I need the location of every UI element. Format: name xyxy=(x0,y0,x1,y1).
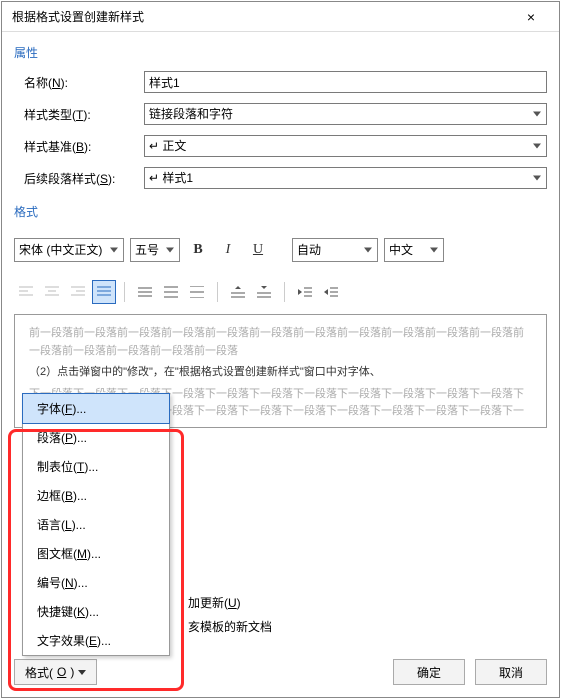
separator xyxy=(124,282,125,302)
font-color-select[interactable]: 自动 xyxy=(292,238,378,262)
linespace-1-button[interactable] xyxy=(133,280,157,304)
menu-item-font[interactable]: 字体(F)... xyxy=(22,393,170,424)
separator xyxy=(217,282,218,302)
leaked-text: 加更新(U) 亥模板的新文档 xyxy=(188,591,272,639)
underline-button[interactable]: U xyxy=(246,238,270,262)
menu-item-tabs[interactable]: 制表位(T)... xyxy=(23,452,169,481)
linespace-2-button[interactable] xyxy=(185,280,209,304)
menu-item-texteffect[interactable]: 文字效果(E)... xyxy=(23,626,169,655)
indent-dec-button[interactable] xyxy=(293,280,317,304)
indent-inc-button[interactable] xyxy=(319,280,343,304)
format-button[interactable]: 格式(O) xyxy=(14,659,97,685)
paragraph-toolbar xyxy=(14,280,547,304)
chevron-down-icon xyxy=(78,670,86,675)
label-name: 名称(N): xyxy=(14,74,144,91)
align-right-button[interactable] xyxy=(66,280,90,304)
menu-item-shortcut[interactable]: 快捷键(K)... xyxy=(23,597,169,626)
font-toolbar: 宋体 (中文正文) 五号 B I U 自动 中文 xyxy=(14,238,547,262)
titlebar: 根据格式设置创建新样式 × xyxy=(2,2,559,32)
menu-item-frame[interactable]: 图文框(M)... xyxy=(23,539,169,568)
linespace-15-button[interactable] xyxy=(159,280,183,304)
italic-button[interactable]: I xyxy=(216,238,240,262)
cancel-button[interactable]: 取消 xyxy=(475,659,547,685)
label-type: 样式类型(T): xyxy=(14,106,144,123)
next-select[interactable]: ↵ 样式1 xyxy=(144,167,547,189)
space-before-inc-button[interactable] xyxy=(226,280,250,304)
label-next: 后续段落样式(S): xyxy=(14,170,144,187)
menu-item-numbering[interactable]: 编号(N)... xyxy=(23,568,169,597)
row-based: 样式基准(B): ↵ 正文 xyxy=(14,135,547,157)
separator xyxy=(284,282,285,302)
based-select[interactable]: ↵ 正文 xyxy=(144,135,547,157)
preview-grey-top: 前一段落前一段落前一段落前一段落前一段落前一段落前一段落前一段落前一段落前一段落… xyxy=(29,325,532,360)
font-size-select[interactable]: 五号 xyxy=(130,238,180,262)
menu-item-paragraph[interactable]: 段落(P)... xyxy=(23,423,169,452)
section-properties: 属性 xyxy=(14,44,547,61)
section-format: 格式 xyxy=(14,203,547,220)
name-input[interactable] xyxy=(144,71,547,93)
menu-item-language[interactable]: 语言(L)... xyxy=(23,510,169,539)
lang-select[interactable]: 中文 xyxy=(384,238,444,262)
menu-item-border[interactable]: 边框(B)... xyxy=(23,481,169,510)
ok-button[interactable]: 确定 xyxy=(393,659,465,685)
align-center-button[interactable] xyxy=(40,280,64,304)
row-name: 名称(N): xyxy=(14,71,547,93)
format-menu: 字体(F)... 段落(P)... 制表位(T)... 边框(B)... 语言(… xyxy=(22,393,170,656)
align-left-button[interactable] xyxy=(14,280,38,304)
font-family-select[interactable]: 宋体 (中文正文) xyxy=(14,238,124,262)
row-type: 样式类型(T): 链接段落和字符 xyxy=(14,103,547,125)
type-select[interactable]: 链接段落和字符 xyxy=(144,103,547,125)
dialog-title: 根据格式设置创建新样式 xyxy=(12,8,144,25)
bold-button[interactable]: B xyxy=(186,238,210,262)
align-justify-button[interactable] xyxy=(92,280,116,304)
space-before-dec-button[interactable] xyxy=(252,280,276,304)
row-next: 后续段落样式(S): ↵ 样式1 xyxy=(14,167,547,189)
label-based: 样式基准(B): xyxy=(14,138,144,155)
preview-sample: （2）点击弹窗中的"修改"，在"根据格式设置创建新样式"窗口中对字体、 xyxy=(29,364,532,382)
close-button[interactable]: × xyxy=(511,10,551,24)
footer: 格式(O) 确定 取消 xyxy=(2,649,559,697)
